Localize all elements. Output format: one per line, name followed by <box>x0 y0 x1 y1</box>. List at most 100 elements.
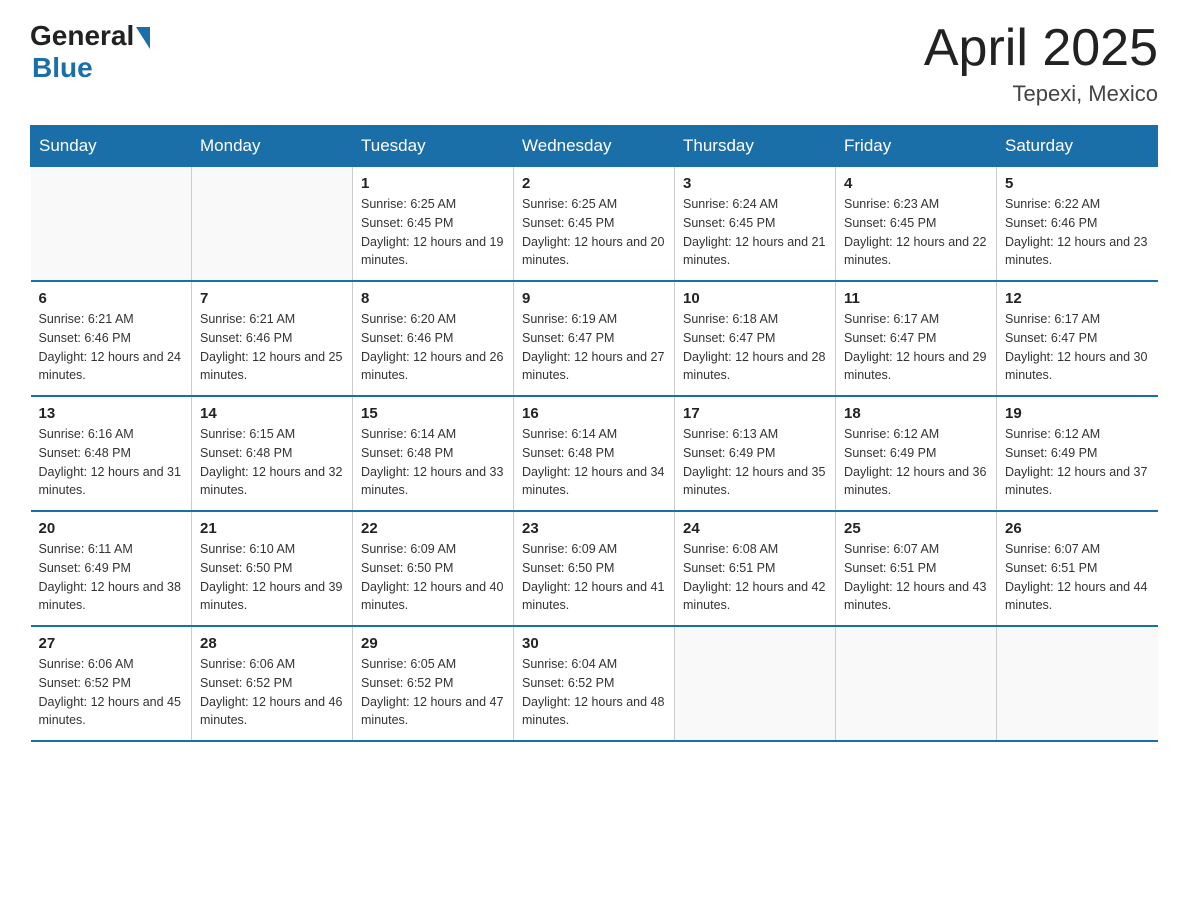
day-number: 25 <box>844 520 988 537</box>
calendar-day-cell: 27 Sunrise: 6:06 AMSunset: 6:52 PMDayligh… <box>31 626 192 741</box>
calendar-week-row: 1 Sunrise: 6:25 AMSunset: 6:45 PMDaylight… <box>31 167 1158 282</box>
logo-blue-text: Blue <box>32 52 93 84</box>
day-info: Sunrise: 6:24 AMSunset: 6:45 PMDaylight:… <box>683 195 827 270</box>
calendar-day-cell: 15 Sunrise: 6:14 AMSunset: 6:48 PMDayligh… <box>353 396 514 511</box>
calendar-day-cell: 14 Sunrise: 6:15 AMSunset: 6:48 PMDayligh… <box>192 396 353 511</box>
day-info: Sunrise: 6:22 AMSunset: 6:46 PMDaylight:… <box>1005 195 1150 270</box>
day-number: 3 <box>683 175 827 192</box>
day-info: Sunrise: 6:23 AMSunset: 6:45 PMDaylight:… <box>844 195 988 270</box>
calendar-day-cell: 6Sunrise: 6:21 AMSunset: 6:46 PMDaylight… <box>31 281 192 396</box>
day-number: 2 <box>522 175 666 192</box>
calendar-day-cell <box>836 626 997 741</box>
calendar-day-cell: 12Sunrise: 6:17 AMSunset: 6:47 PMDayligh… <box>997 281 1158 396</box>
days-of-week-row: SundayMondayTuesdayWednesdayThursdayFrid… <box>31 126 1158 167</box>
day-number: 15 <box>361 405 505 422</box>
day-info: Sunrise: 6:12 AMSunset: 6:49 PMDaylight:… <box>844 425 988 500</box>
day-number: 17 <box>683 405 827 422</box>
logo: General Blue <box>30 20 150 84</box>
day-info: Sunrise: 6:06 AMSunset: 6:52 PMDaylight:… <box>39 655 184 730</box>
day-number: 19 <box>1005 405 1150 422</box>
day-number: 11 <box>844 290 988 307</box>
day-info: Sunrise: 6:19 AMSunset: 6:47 PMDaylight:… <box>522 310 666 385</box>
calendar-day-cell: 3 Sunrise: 6:24 AMSunset: 6:45 PMDaylight… <box>675 167 836 282</box>
calendar-day-cell: 24Sunrise: 6:08 AMSunset: 6:51 PMDayligh… <box>675 511 836 626</box>
day-info: Sunrise: 6:16 AMSunset: 6:48 PMDaylight:… <box>39 425 184 500</box>
day-number: 28 <box>200 635 344 652</box>
calendar-day-cell: 25 Sunrise: 6:07 AMSunset: 6:51 PMDayligh… <box>836 511 997 626</box>
calendar-day-cell: 5Sunrise: 6:22 AMSunset: 6:46 PMDaylight… <box>997 167 1158 282</box>
calendar-day-cell: 10 Sunrise: 6:18 AMSunset: 6:47 PMDayligh… <box>675 281 836 396</box>
calendar-day-cell: 21Sunrise: 6:10 AMSunset: 6:50 PMDayligh… <box>192 511 353 626</box>
day-info: Sunrise: 6:04 AMSunset: 6:52 PMDaylight:… <box>522 655 666 730</box>
day-number: 22 <box>361 520 505 537</box>
logo-general-text: General <box>30 20 134 52</box>
calendar-day-cell: 16 Sunrise: 6:14 AMSunset: 6:48 PMDayligh… <box>514 396 675 511</box>
day-number: 24 <box>683 520 827 537</box>
calendar-day-cell: 20 Sunrise: 6:11 AMSunset: 6:49 PMDayligh… <box>31 511 192 626</box>
calendar-day-cell: 23Sunrise: 6:09 AMSunset: 6:50 PMDayligh… <box>514 511 675 626</box>
calendar-week-row: 27 Sunrise: 6:06 AMSunset: 6:52 PMDayligh… <box>31 626 1158 741</box>
day-info: Sunrise: 6:06 AMSunset: 6:52 PMDaylight:… <box>200 655 344 730</box>
calendar-day-cell <box>192 167 353 282</box>
day-of-week-header: Tuesday <box>353 126 514 167</box>
day-info: Sunrise: 6:17 AMSunset: 6:47 PMDaylight:… <box>844 310 988 385</box>
day-number: 30 <box>522 635 666 652</box>
calendar-day-cell: 28 Sunrise: 6:06 AMSunset: 6:52 PMDayligh… <box>192 626 353 741</box>
day-info: Sunrise: 6:07 AMSunset: 6:51 PMDaylight:… <box>1005 540 1150 615</box>
calendar-day-cell: 19 Sunrise: 6:12 AMSunset: 6:49 PMDayligh… <box>997 396 1158 511</box>
day-number: 27 <box>39 635 184 652</box>
day-number: 29 <box>361 635 505 652</box>
day-number: 26 <box>1005 520 1150 537</box>
calendar-day-cell: 30 Sunrise: 6:04 AMSunset: 6:52 PMDayligh… <box>514 626 675 741</box>
calendar-day-cell: 18 Sunrise: 6:12 AMSunset: 6:49 PMDayligh… <box>836 396 997 511</box>
day-number: 9 <box>522 290 666 307</box>
calendar-day-cell: 26 Sunrise: 6:07 AMSunset: 6:51 PMDayligh… <box>997 511 1158 626</box>
day-info: Sunrise: 6:12 AMSunset: 6:49 PMDaylight:… <box>1005 425 1150 500</box>
calendar-day-cell: 22 Sunrise: 6:09 AMSunset: 6:50 PMDayligh… <box>353 511 514 626</box>
calendar-body: 1 Sunrise: 6:25 AMSunset: 6:45 PMDaylight… <box>31 167 1158 742</box>
day-info: Sunrise: 6:25 AMSunset: 6:45 PMDaylight:… <box>522 195 666 270</box>
day-number: 14 <box>200 405 344 422</box>
calendar-day-cell: 4 Sunrise: 6:23 AMSunset: 6:45 PMDaylight… <box>836 167 997 282</box>
day-number: 7 <box>200 290 344 307</box>
day-info: Sunrise: 6:14 AMSunset: 6:48 PMDaylight:… <box>361 425 505 500</box>
day-info: Sunrise: 6:11 AMSunset: 6:49 PMDaylight:… <box>39 540 184 615</box>
day-info: Sunrise: 6:25 AMSunset: 6:45 PMDaylight:… <box>361 195 505 270</box>
calendar-day-cell: 2 Sunrise: 6:25 AMSunset: 6:45 PMDaylight… <box>514 167 675 282</box>
day-number: 4 <box>844 175 988 192</box>
day-number: 23 <box>522 520 666 537</box>
calendar-day-cell <box>675 626 836 741</box>
day-number: 1 <box>361 175 505 192</box>
logo-top: General <box>30 20 150 52</box>
title-block: April 2025 Tepexi, Mexico <box>924 20 1158 107</box>
day-number: 10 <box>683 290 827 307</box>
day-info: Sunrise: 6:17 AMSunset: 6:47 PMDaylight:… <box>1005 310 1150 385</box>
day-info: Sunrise: 6:21 AMSunset: 6:46 PMDaylight:… <box>200 310 344 385</box>
day-info: Sunrise: 6:21 AMSunset: 6:46 PMDaylight:… <box>39 310 184 385</box>
page-header: General Blue April 2025 Tepexi, Mexico <box>30 20 1158 107</box>
day-of-week-header: Sunday <box>31 126 192 167</box>
calendar-day-cell <box>31 167 192 282</box>
day-info: Sunrise: 6:07 AMSunset: 6:51 PMDaylight:… <box>844 540 988 615</box>
calendar-day-cell: 29 Sunrise: 6:05 AMSunset: 6:52 PMDayligh… <box>353 626 514 741</box>
calendar-day-cell: 13 Sunrise: 6:16 AMSunset: 6:48 PMDayligh… <box>31 396 192 511</box>
day-number: 18 <box>844 405 988 422</box>
day-info: Sunrise: 6:14 AMSunset: 6:48 PMDaylight:… <box>522 425 666 500</box>
calendar-day-cell: 9 Sunrise: 6:19 AMSunset: 6:47 PMDaylight… <box>514 281 675 396</box>
day-number: 13 <box>39 405 184 422</box>
day-of-week-header: Wednesday <box>514 126 675 167</box>
calendar-week-row: 13 Sunrise: 6:16 AMSunset: 6:48 PMDayligh… <box>31 396 1158 511</box>
location-subtitle: Tepexi, Mexico <box>924 81 1158 107</box>
day-info: Sunrise: 6:18 AMSunset: 6:47 PMDaylight:… <box>683 310 827 385</box>
calendar-week-row: 20 Sunrise: 6:11 AMSunset: 6:49 PMDayligh… <box>31 511 1158 626</box>
day-of-week-header: Friday <box>836 126 997 167</box>
day-info: Sunrise: 6:20 AMSunset: 6:46 PMDaylight:… <box>361 310 505 385</box>
day-number: 16 <box>522 405 666 422</box>
day-number: 20 <box>39 520 184 537</box>
day-info: Sunrise: 6:09 AMSunset: 6:50 PMDaylight:… <box>361 540 505 615</box>
day-info: Sunrise: 6:05 AMSunset: 6:52 PMDaylight:… <box>361 655 505 730</box>
day-info: Sunrise: 6:15 AMSunset: 6:48 PMDaylight:… <box>200 425 344 500</box>
day-number: 8 <box>361 290 505 307</box>
calendar-header: SundayMondayTuesdayWednesdayThursdayFrid… <box>31 126 1158 167</box>
day-info: Sunrise: 6:10 AMSunset: 6:50 PMDaylight:… <box>200 540 344 615</box>
